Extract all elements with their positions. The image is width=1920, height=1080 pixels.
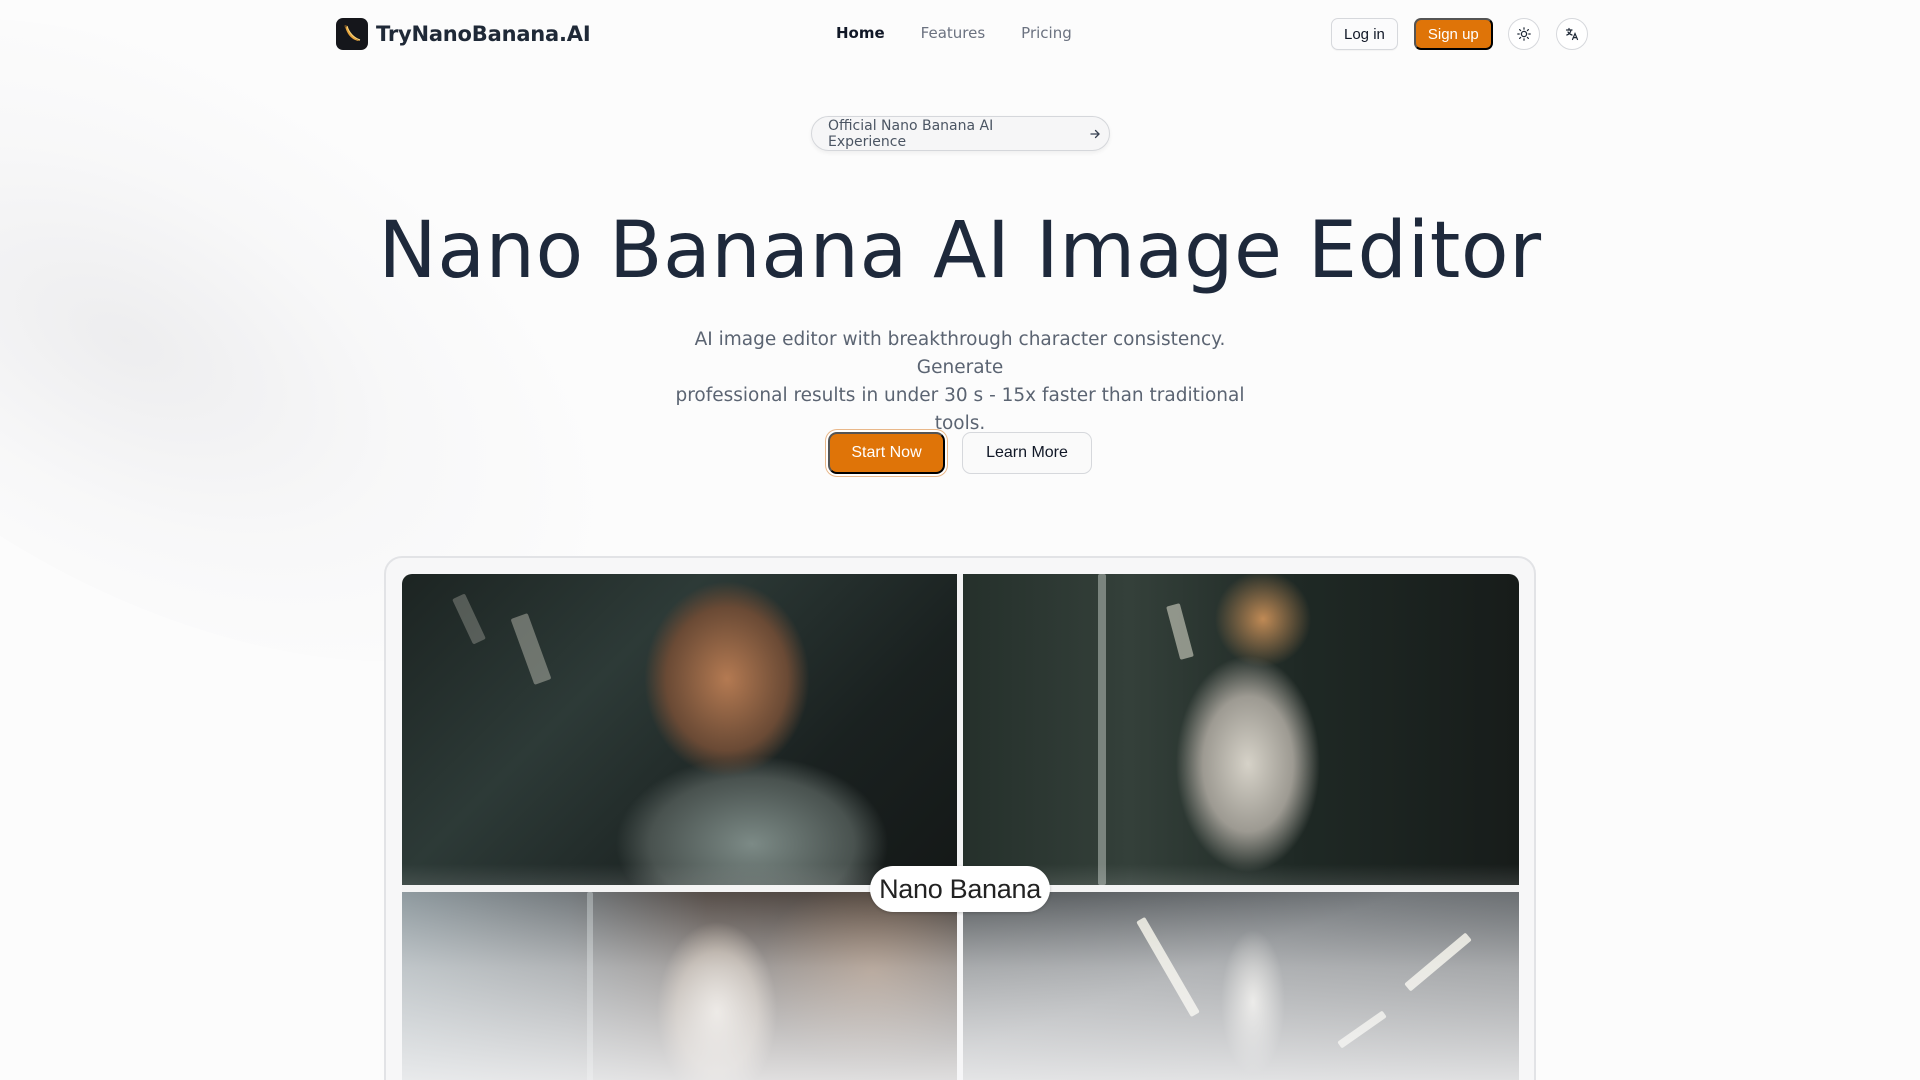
- showcase-image-subway-platform: [963, 892, 1519, 1080]
- showcase-label: Nano Banana: [870, 866, 1050, 912]
- announcement-badge[interactable]: Official Nano Banana AI Experience: [811, 116, 1110, 151]
- nav-link-features[interactable]: Features: [921, 24, 986, 42]
- language-button[interactable]: [1555, 18, 1588, 50]
- banana-logo-icon: [336, 18, 368, 50]
- primary-nav: Home Features Pricing: [836, 24, 1072, 42]
- nav-actions: Log in Sign up: [1331, 18, 1588, 50]
- showcase-image-grid: [402, 574, 1519, 1080]
- nav-link-home[interactable]: Home: [836, 24, 885, 42]
- arrow-right-icon: [1081, 120, 1109, 148]
- brand[interactable]: TryNanoBanana.AI: [336, 18, 591, 50]
- signup-button[interactable]: Sign up: [1413, 18, 1493, 50]
- showcase-image-portrait-closeup: [402, 574, 957, 885]
- showcase-image-subway-standing: [963, 574, 1519, 885]
- sun-icon: [1516, 27, 1531, 41]
- badge-text: Official Nano Banana AI Experience: [828, 117, 994, 150]
- hero-cta-group: Start Now Learn More: [828, 432, 1092, 474]
- hero-title: Nano Banana AI Image Editor: [378, 206, 1542, 296]
- brand-name: TryNanoBanana.AI: [376, 22, 591, 46]
- top-navbar: TryNanoBanana.AI Home Features Pricing L…: [0, 0, 1920, 68]
- hero-subtitle: AI image editor with breakthrough charac…: [660, 326, 1260, 438]
- learn-more-button[interactable]: Learn More: [962, 432, 1092, 474]
- translate-icon: [1565, 27, 1578, 41]
- theme-toggle-button[interactable]: [1507, 18, 1540, 50]
- start-now-button[interactable]: Start Now: [828, 432, 945, 474]
- login-button[interactable]: Log in: [1331, 18, 1398, 50]
- nav-link-pricing[interactable]: Pricing: [1021, 24, 1072, 42]
- hero-subtitle-line-2: professional results in under 30 s - 15x…: [675, 385, 1245, 434]
- showcase-image-cafe-window: [402, 892, 957, 1080]
- hero-subtitle-line-1: AI image editor with breakthrough charac…: [694, 329, 1226, 378]
